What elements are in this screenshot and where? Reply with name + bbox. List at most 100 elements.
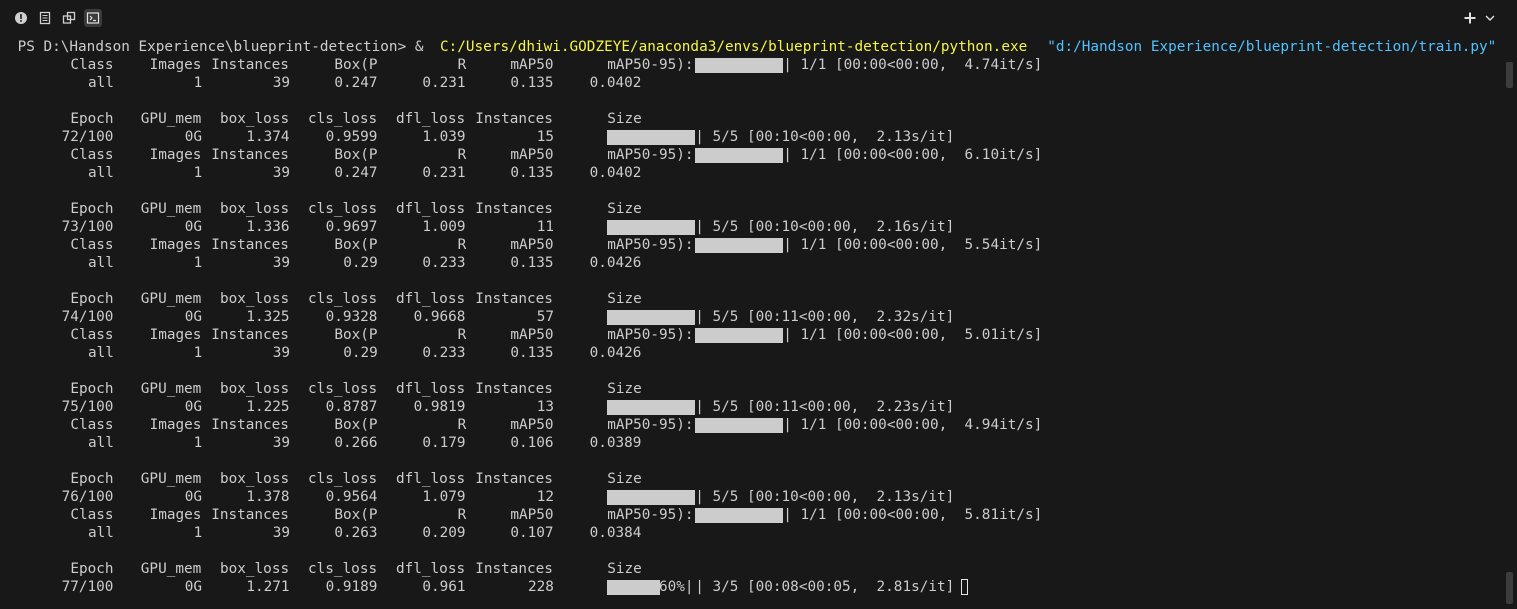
train-header-col-2: box_loss	[220, 561, 290, 577]
val-result-col-3: 0.247	[334, 75, 378, 91]
val-result-col-2: 39	[272, 75, 291, 91]
chevron-down-icon[interactable]	[1481, 9, 1499, 27]
val-header-col-5: mAP50	[510, 507, 554, 523]
val-result-col-1: 1	[193, 75, 203, 91]
train-progress-bar-suffix: | 5/5 [00:11<00:00, 2.23s/it]	[695, 399, 955, 415]
val-result-col-2: 39	[272, 435, 291, 451]
train-col-2: 1.336	[246, 219, 290, 235]
train-col-4: 1.009	[422, 219, 466, 235]
train-progress-bar-suffix: | 5/5 [00:10<00:00, 2.13s/it]	[695, 129, 955, 145]
val-result-col-6: 0.0384	[589, 525, 642, 541]
scrollbar-thumb[interactable]	[1506, 572, 1513, 604]
train-header-col-0: Epoch	[70, 381, 114, 397]
train-header-col-2: box_loss	[220, 291, 290, 307]
val-header-col-0: Class	[70, 327, 114, 343]
val-progress-bar-suffix: | 1/1 [00:00<00:00, 4.74it/s]	[783, 57, 1043, 73]
train-header-col-6: Size	[607, 111, 642, 127]
val-header-col-2: Instances	[211, 147, 289, 163]
val-header-col-5: mAP50	[510, 237, 554, 253]
val-header-col-4: R	[457, 147, 467, 163]
terminal-toolbar	[0, 0, 1517, 36]
val-result-col-2: 39	[272, 255, 291, 271]
val-header-col-1: Images	[149, 57, 202, 73]
info-icon[interactable]	[12, 9, 30, 27]
train-header-col-0: Epoch	[70, 561, 114, 577]
val-header-col-5: mAP50	[510, 327, 554, 343]
train-col-2: 1.225	[246, 399, 290, 415]
train-col-2: 1.378	[246, 489, 290, 505]
train-header-col-1: GPU_mem	[140, 111, 202, 127]
train-col-0: 74/100	[61, 309, 114, 325]
train-header-col-4: dfl_loss	[396, 201, 466, 217]
plus-icon[interactable]	[1461, 9, 1479, 27]
layout-icon[interactable]	[60, 9, 78, 27]
val-result-col-1: 1	[193, 435, 203, 451]
val-result-col-3: 0.29	[343, 255, 378, 271]
train-header-col-6: Size	[607, 381, 642, 397]
val-result-col-4: 0.233	[422, 255, 466, 271]
val-result-col-0: all	[88, 525, 114, 541]
val-result-col-1: 1	[193, 525, 203, 541]
train-header-col-2: box_loss	[220, 111, 290, 127]
terminal-icon[interactable]	[84, 9, 102, 27]
val-header-col-1: Images	[149, 327, 202, 343]
val-result-col-0: all	[88, 165, 114, 181]
terminal-cursor	[961, 579, 969, 595]
train-col-1: 0G	[184, 399, 203, 415]
train-progress-bar-suffix: | 5/5 [00:10<00:00, 2.16s/it]	[695, 219, 955, 235]
val-result-col-3: 0.263	[334, 525, 378, 541]
terminal-output[interactable]: PS D:\Handson Experience\blueprint-detec…	[0, 38, 1497, 609]
train-header-col-5: Instances	[475, 111, 553, 127]
val-progress-bar-suffix: | 1/1 [00:00<00:00, 6.10it/s]	[783, 147, 1043, 163]
train-header-col-6: Size	[607, 291, 642, 307]
val-header-col-1: Images	[149, 507, 202, 523]
train-header-col-5: Instances	[475, 381, 553, 397]
val-result-col-1: 1	[193, 165, 203, 181]
train-col-3: 0.9564	[325, 489, 378, 505]
train-col-2: 1.271	[246, 579, 290, 595]
val-result-col-6: 0.0402	[589, 75, 642, 91]
val-result-col-5: 0.135	[510, 75, 554, 91]
val-header-col-2: Instances	[211, 327, 289, 343]
train-col-2: 1.374	[246, 129, 290, 145]
train-col-5: 12	[536, 489, 555, 505]
train-progress-bar-suffix: | 5/5 [00:10<00:00, 2.13s/it]	[695, 489, 955, 505]
val-result-col-2: 39	[272, 345, 291, 361]
train-col-1: 0G	[184, 309, 203, 325]
val-result-col-6: 0.0402	[589, 165, 642, 181]
train-col-1: 0G	[184, 219, 203, 235]
val-header-col-3: Box(P	[334, 417, 378, 433]
val-result-col-4: 0.233	[422, 345, 466, 361]
val-result-col-5: 0.135	[510, 345, 554, 361]
val-progress-bar	[695, 148, 784, 163]
val-progress-bar	[695, 508, 784, 523]
train-col-5: 228	[528, 579, 554, 595]
val-progress-bar-suffix: | 1/1 [00:00<00:00, 5.54it/s]	[783, 237, 1043, 253]
scrollbar-top-thumb[interactable]	[1506, 62, 1513, 88]
val-header-col-2: Instances	[211, 57, 289, 73]
train-header-col-2: box_loss	[220, 201, 290, 217]
train-progress-bar-suffix: | 3/5 [00:08<00:05, 2.81s/it]	[695, 579, 955, 595]
train-col-5: 11	[536, 219, 555, 235]
val-header-col-4: R	[457, 417, 467, 433]
train-col-3: 0.9697	[325, 219, 378, 235]
val-header-col-4: R	[457, 507, 467, 523]
train-progress-bar-suffix: | 5/5 [00:11<00:00, 2.32s/it]	[695, 309, 955, 325]
command-prompt: PS D:\Handson Experience\blueprint-detec…	[17, 39, 433, 55]
val-header-col-2: Instances	[211, 417, 289, 433]
val-result-col-3: 0.266	[334, 435, 378, 451]
train-progress-bar	[607, 130, 696, 145]
val-header-col-0: Class	[70, 147, 114, 163]
train-col-3: 0.9599	[325, 129, 378, 145]
train-header-col-6: Size	[607, 561, 642, 577]
val-result-col-6: 0.0426	[589, 345, 642, 361]
val-result-col-1: 1	[193, 255, 203, 271]
document-icon[interactable]	[36, 9, 54, 27]
train-header-col-1: GPU_mem	[140, 471, 202, 487]
train-col-5: 15	[536, 129, 555, 145]
val-result-col-6: 0.0389	[589, 435, 642, 451]
train-header-col-4: dfl_loss	[396, 111, 466, 127]
train-col-0: 75/100	[61, 399, 114, 415]
val-progress-bar	[695, 238, 784, 253]
val-result-col-1: 1	[193, 345, 203, 361]
